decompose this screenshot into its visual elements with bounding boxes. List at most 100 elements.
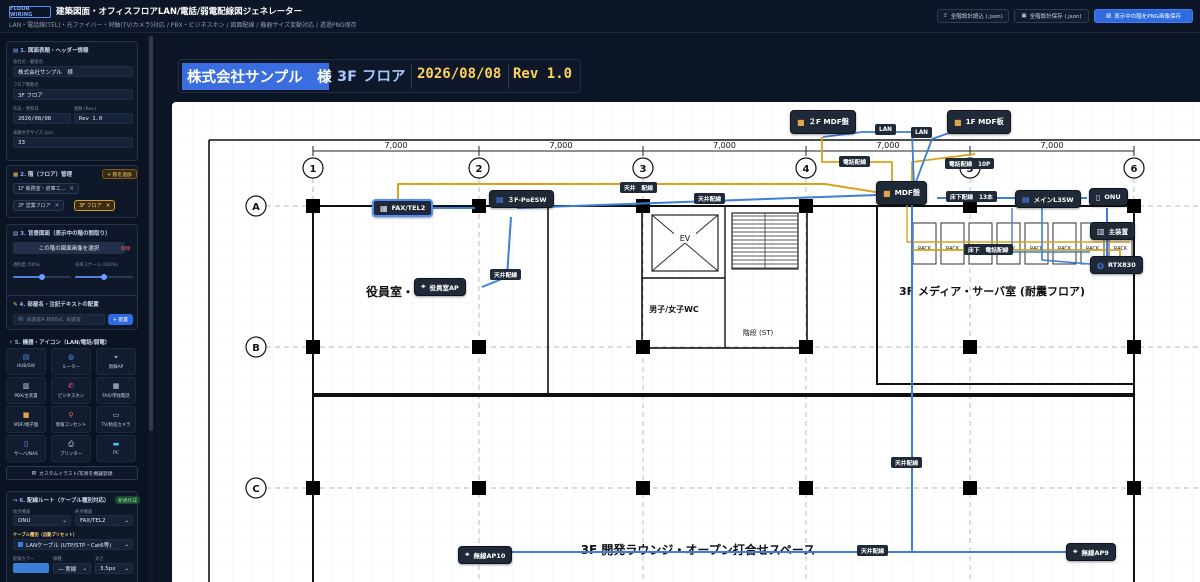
cable-type-select[interactable]: LANケーブル (UTP/STP・Cat6等) ⌄ bbox=[13, 539, 133, 550]
route-label-ceiling[interactable]: 天井配線 bbox=[490, 269, 522, 280]
line-type-select[interactable]: ― 実線 ⌄ bbox=[53, 563, 91, 574]
device-server[interactable]: ▯ サーバ/NAS bbox=[6, 435, 46, 462]
antenna-icon: ⌖ bbox=[421, 282, 426, 291]
pbx-node[interactable]: ▥ 主装置 bbox=[1090, 222, 1136, 240]
node-label: 無線AP10 bbox=[473, 552, 506, 560]
route-label-ceiling[interactable]: 天井配線 bbox=[694, 193, 726, 204]
floor-plan-canvas[interactable]: 7,000 7,000 7,000 7,000 7,000 1 2 3 4 5 6 A B C EV 階段 (… bbox=[172, 102, 1200, 582]
line-width-select[interactable]: 3.5px ⌄ bbox=[95, 563, 133, 574]
floor-chip-3f[interactable]: 3F フロア ✕ bbox=[74, 200, 116, 211]
node-label: ２F MDF盤 bbox=[808, 117, 849, 126]
device-tv[interactable]: ▭ TV/防犯カメラ bbox=[96, 406, 136, 433]
add-floor-button[interactable]: + 階を追加 bbox=[102, 169, 137, 179]
route-label-tel[interactable]: 電話配線 10P bbox=[945, 158, 995, 169]
mdf-2f-node[interactable]: ■ ２F MDF盤 bbox=[790, 110, 856, 134]
ap9-node[interactable]: ⌖ 無線AP9 bbox=[1066, 543, 1116, 561]
server-icon: ▯ bbox=[1096, 192, 1101, 202]
section-title: 背景図面（表示中の階の間取り） bbox=[27, 231, 111, 237]
room-text-input[interactable]: 例: 会議室A 約80㎡, 会議室 bbox=[13, 314, 105, 325]
rev-field[interactable]: Rev 1.0 bbox=[74, 113, 133, 124]
rtx830-node[interactable]: ◍ RTX830 bbox=[1090, 256, 1143, 274]
scrollbar-thumb[interactable] bbox=[149, 36, 153, 431]
route-label-ceiling[interactable]: 天井配線 bbox=[857, 545, 889, 556]
new-route-badge[interactable]: 新規作成 bbox=[115, 496, 141, 504]
fax-tel2-node[interactable]: ▦ FAX/TEL2 bbox=[372, 199, 434, 217]
node-label: RTX830 bbox=[1107, 261, 1136, 269]
place-text-button[interactable]: + 配置 bbox=[108, 314, 133, 325]
node-label: FAX/TEL2 bbox=[391, 204, 426, 212]
drawing-title-block: 株式会社サンプル 様 3F フロア 2026/08/08 Rev 1.0 bbox=[178, 59, 581, 93]
mdf-1f-node[interactable]: ■ 1F MDF板 bbox=[947, 110, 1011, 134]
device-globe[interactable]: ◍ ルーター bbox=[51, 348, 91, 375]
box-icon: ■ bbox=[797, 117, 805, 127]
start-device-select[interactable]: ONU ⌄ bbox=[13, 515, 71, 526]
company-label: 会社名・顧客名 bbox=[13, 60, 44, 65]
axis-number: 4 bbox=[803, 164, 810, 175]
title-size-field[interactable]: 33 bbox=[13, 137, 133, 148]
onu-node[interactable]: ▯ ONU bbox=[1089, 188, 1128, 206]
route-label-floor[interactable]: 床下配線 13本 bbox=[946, 191, 997, 202]
device-phone[interactable]: ✆ ビジネスホン bbox=[51, 377, 91, 404]
route-label-floor-tel[interactable]: 床下 電話配線 bbox=[964, 244, 1013, 255]
scale-label: 倍率スケール (100%) bbox=[75, 263, 118, 268]
route-label-tel[interactable]: 電話配線 bbox=[839, 156, 871, 167]
axis-number: 1 bbox=[310, 164, 317, 175]
rack-label: RACK bbox=[1086, 246, 1100, 252]
section-title: 機器・アイコン（LAN/電話/弱電） bbox=[22, 340, 111, 346]
route-label-ceiling[interactable]: 天井 配線 bbox=[620, 182, 657, 193]
custom-device-button[interactable]: ▧ カスタムイラスト/写真を機器登録 bbox=[6, 466, 138, 480]
device-printer[interactable]: ⎙ プリンター bbox=[51, 435, 91, 462]
mdf-node[interactable]: ■ MDF盤 bbox=[876, 181, 928, 205]
date-label: 作成・更新日 bbox=[13, 107, 39, 112]
device-antenna[interactable]: ⌖ 無線AP bbox=[96, 348, 136, 375]
chevron-down-icon: ⌄ bbox=[124, 565, 129, 572]
device-label: プリンター bbox=[60, 451, 82, 457]
axis-number: 2 bbox=[476, 164, 483, 175]
scale-slider[interactable] bbox=[75, 274, 133, 280]
ap10-node[interactable]: ⌖ 無線AP10 bbox=[458, 546, 513, 564]
device-pc[interactable]: ▬ PC bbox=[96, 435, 136, 462]
save-png-button[interactable]: ▧ 表示中の階をPNG画像保存 bbox=[1094, 9, 1193, 23]
close-icon[interactable]: ✕ bbox=[55, 203, 60, 209]
device-label: PC bbox=[113, 451, 119, 456]
poe-switch-node[interactable]: ▤ ３F-PoESW bbox=[489, 190, 554, 208]
device-pin[interactable]: ⚲ 情報コンセント bbox=[51, 406, 91, 433]
room-server-label: 3F メディア・サーバ室 (耐震フロア) bbox=[899, 284, 1085, 298]
pin-icon: ⚲ bbox=[68, 410, 74, 419]
device-building[interactable]: ▥ PBX/主装置 bbox=[6, 377, 46, 404]
app-logo: FLOOR WIRING bbox=[9, 6, 51, 18]
structural-column bbox=[799, 199, 813, 213]
device-box[interactable]: ■ MDF/端子盤 bbox=[6, 406, 46, 433]
section-room-text: ✎ 4. 部屋名・注記テキストの配置 例: 会議室A 約80㎡, 会議室 + 配… bbox=[6, 295, 138, 330]
printer-icon: ⎙ bbox=[68, 439, 74, 448]
floor-name-label: フロア階数名 bbox=[13, 83, 39, 88]
device-switch[interactable]: ▤ HUB/SW bbox=[6, 348, 46, 375]
route-label-lan[interactable]: LAN bbox=[911, 127, 933, 138]
select-plan-image-button[interactable]: この階の図面画像を選択 bbox=[13, 242, 125, 254]
company-field[interactable]: 株式会社サンプル 様 bbox=[13, 66, 133, 77]
close-icon[interactable]: ✕ bbox=[69, 186, 74, 192]
ap-exec-node[interactable]: ⌖ 役員室AP bbox=[414, 278, 466, 296]
date-field[interactable]: 2026/08/08 bbox=[13, 113, 71, 124]
sidebar-scrollbar[interactable] bbox=[148, 34, 154, 582]
device-fax[interactable]: ▦ FAX/単独電話 bbox=[96, 377, 136, 404]
opacity-slider[interactable] bbox=[13, 274, 71, 280]
wire-color-picker[interactable] bbox=[13, 563, 49, 573]
floor-name-field[interactable]: 3F フロア bbox=[13, 89, 133, 100]
app-root: FLOOR WIRING 建築図面・オフィスフロアLAN/電話/弱電配線図ジェネ… bbox=[0, 0, 1200, 582]
floor-chip-2f[interactable]: 2F 営業フロア ✕ bbox=[13, 200, 65, 211]
structural-column bbox=[472, 199, 486, 213]
route-label-lan[interactable]: LAN bbox=[875, 124, 897, 135]
floor-chip-1f[interactable]: 1F 執務室・倉庫エ... ✕ bbox=[13, 183, 80, 194]
route-label-ceiling[interactable]: 天井配線 bbox=[891, 457, 923, 468]
section-title-info: ▤ 1. 図面表題・ヘッダー情報 会社名・顧客名 株式会社サンプル 様 フロア階… bbox=[6, 41, 138, 161]
end-device-select[interactable]: FAX/TEL2 ⌄ bbox=[75, 515, 133, 526]
delete-plan-button[interactable]: 削除 bbox=[121, 243, 131, 253]
wc-label: 男子/女子WC bbox=[649, 304, 699, 314]
close-icon[interactable]: ✕ bbox=[106, 203, 111, 209]
width-label: 太さ bbox=[95, 557, 104, 562]
save-json-button[interactable]: ▣ 全階設計保存 (.json) bbox=[1014, 9, 1089, 23]
device-label: TV/防犯カメラ bbox=[101, 422, 131, 428]
l3-switch-node[interactable]: ▤ メインL3SW bbox=[1015, 190, 1081, 208]
load-json-button[interactable]: ⇪ 全階設計読込 (.json) bbox=[937, 9, 1009, 23]
